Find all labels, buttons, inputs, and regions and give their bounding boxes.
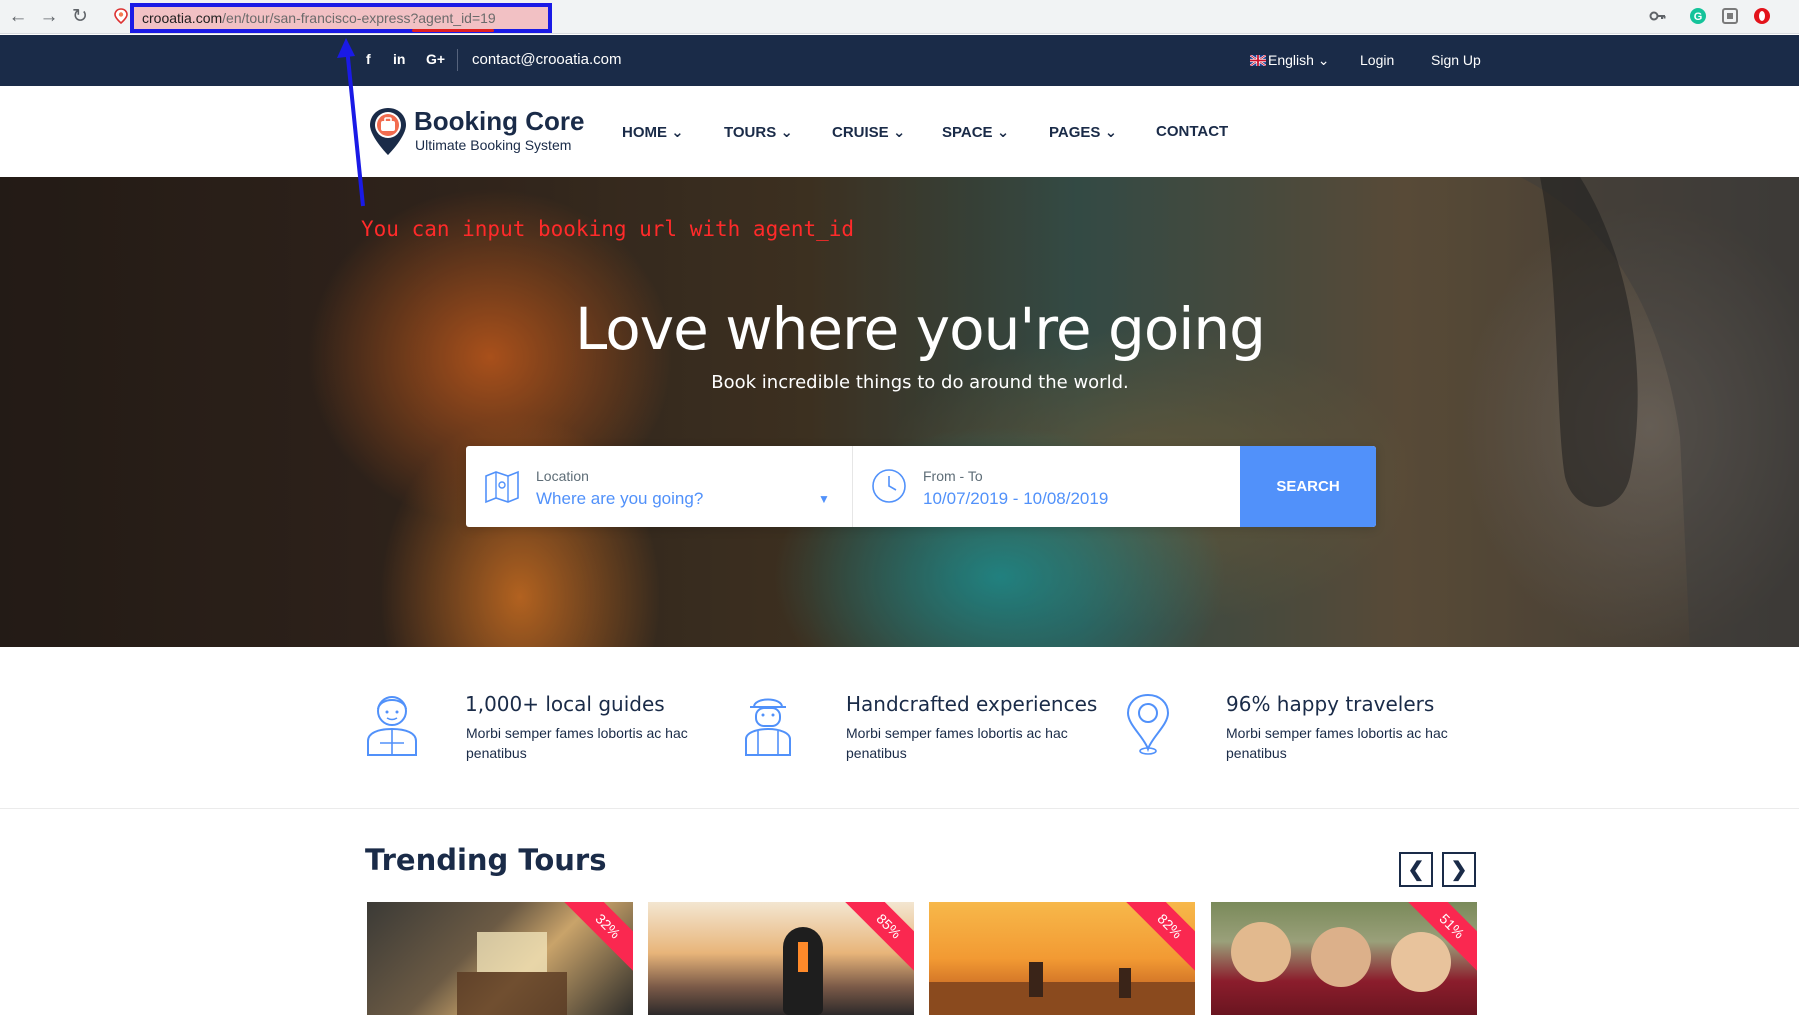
- search-form: Location Where are you going? ▼ From - T…: [466, 446, 1376, 527]
- uk-flag-icon: [1250, 55, 1266, 66]
- feature-description: Morbi semper fames lobortis ac hac penat…: [466, 725, 688, 761]
- logo-title[interactable]: Booking Core: [414, 106, 584, 137]
- tour-card[interactable]: 32%: [367, 902, 633, 1015]
- date-input[interactable]: 10/07/2019 - 10/08/2019: [923, 489, 1108, 509]
- menu-tours[interactable]: TOURS ⌄: [724, 123, 793, 141]
- login-link[interactable]: Login: [1360, 52, 1394, 68]
- url-path: /en/tour/san-francisco-express?agent_id=…: [222, 10, 496, 26]
- menu-contact[interactable]: CONTACT: [1156, 123, 1228, 140]
- section-title: Trending Tours: [365, 843, 607, 877]
- forward-arrow-icon[interactable]: →: [37, 5, 61, 29]
- feature-description: Morbi semper fames lobortis ac hac penat…: [846, 725, 1068, 761]
- annotation-arrow: [337, 38, 365, 207]
- hero-subtitle: Book incredible things to do around the …: [711, 372, 1129, 393]
- linkedin-icon[interactable]: in: [393, 51, 405, 67]
- carousel-prev-button[interactable]: ❮: [1399, 852, 1433, 887]
- features-section: 1,000+ local guides Morbi semper fames l…: [0, 647, 1799, 809]
- location-pin-icon: [1126, 693, 1170, 755]
- menu-home[interactable]: HOME ⌄: [622, 123, 684, 141]
- feature-description: Morbi semper fames lobortis ac hac penat…: [1226, 725, 1448, 761]
- date-range-field[interactable]: From - To 10/07/2019 - 10/08/2019: [853, 446, 1239, 527]
- caret-down-icon[interactable]: ▼: [818, 492, 830, 506]
- search-button[interactable]: SEARCH: [1240, 446, 1376, 527]
- menu-space[interactable]: SPACE ⌄: [942, 123, 1009, 141]
- menu-space-label: SPACE: [942, 124, 993, 141]
- tour-card[interactable]: 85%: [648, 902, 914, 1015]
- language-label: English: [1268, 52, 1314, 68]
- screenshot-extension-icon[interactable]: [1720, 6, 1740, 26]
- logo-pin-icon[interactable]: [367, 106, 409, 158]
- language-selector[interactable]: English ⌄: [1250, 52, 1330, 69]
- helicopter-window-frame: [1520, 177, 1799, 647]
- menu-cruise[interactable]: CRUISE ⌄: [832, 123, 905, 141]
- guide-icon: [367, 696, 417, 756]
- hero-title: Love where you're going: [575, 295, 1266, 363]
- location-field[interactable]: Location Where are you going? ▼: [466, 446, 852, 527]
- browser-toolbar: ← → ↻ crooatia.com/en/tour/san-francisco…: [0, 0, 1799, 34]
- signup-link[interactable]: Sign Up: [1431, 52, 1481, 68]
- map-icon: [485, 470, 519, 504]
- location-label: Location: [536, 468, 589, 484]
- menu-pages-label: PAGES: [1049, 124, 1101, 141]
- feature-title: 96% happy travelers: [1226, 692, 1435, 716]
- tour-card[interactable]: 82%: [929, 902, 1195, 1015]
- location-input[interactable]: Where are you going?: [536, 489, 703, 509]
- annotation-note: You can input booking url with agent_id: [361, 217, 855, 241]
- hero-section: You can input booking url with agent_id …: [0, 177, 1799, 647]
- menu-pages[interactable]: PAGES ⌄: [1049, 123, 1117, 141]
- opera-extension-icon[interactable]: [1752, 6, 1772, 26]
- menu-home-label: HOME: [622, 124, 667, 141]
- feature-title: 1,000+ local guides: [465, 692, 665, 716]
- chevron-down-icon: ⌄: [1313, 52, 1330, 68]
- logo-subtitle: Ultimate Booking System: [415, 137, 572, 153]
- menu-cruise-label: CRUISE: [832, 124, 889, 141]
- menu-tours-label: TOURS: [724, 124, 777, 141]
- url-underline-mark: [412, 29, 494, 32]
- svg-text:G: G: [1694, 11, 1703, 23]
- topbar-divider: [457, 49, 458, 71]
- clock-icon: [872, 469, 906, 503]
- site-header: Booking Core Ultimate Booking System HOM…: [0, 86, 1799, 177]
- top-info-bar: f in G+ contact@crooatia.com English ⌄ L…: [0, 35, 1799, 86]
- contact-email[interactable]: contact@crooatia.com: [472, 51, 621, 68]
- traveler-icon: [745, 698, 791, 756]
- google-plus-icon[interactable]: G+: [426, 51, 445, 67]
- carousel-next-button[interactable]: ❯: [1442, 852, 1476, 887]
- site-favicon-icon: [114, 8, 128, 24]
- back-arrow-icon[interactable]: ←: [6, 5, 30, 29]
- grammarly-extension-icon[interactable]: G: [1688, 6, 1708, 26]
- tour-card[interactable]: 51%: [1211, 902, 1477, 1015]
- reload-icon[interactable]: ↻: [68, 5, 92, 29]
- key-icon[interactable]: [1648, 6, 1668, 26]
- date-label: From - To: [923, 468, 983, 484]
- feature-title: Handcrafted experiences: [846, 692, 1098, 716]
- url-domain: crooatia.com: [142, 10, 223, 26]
